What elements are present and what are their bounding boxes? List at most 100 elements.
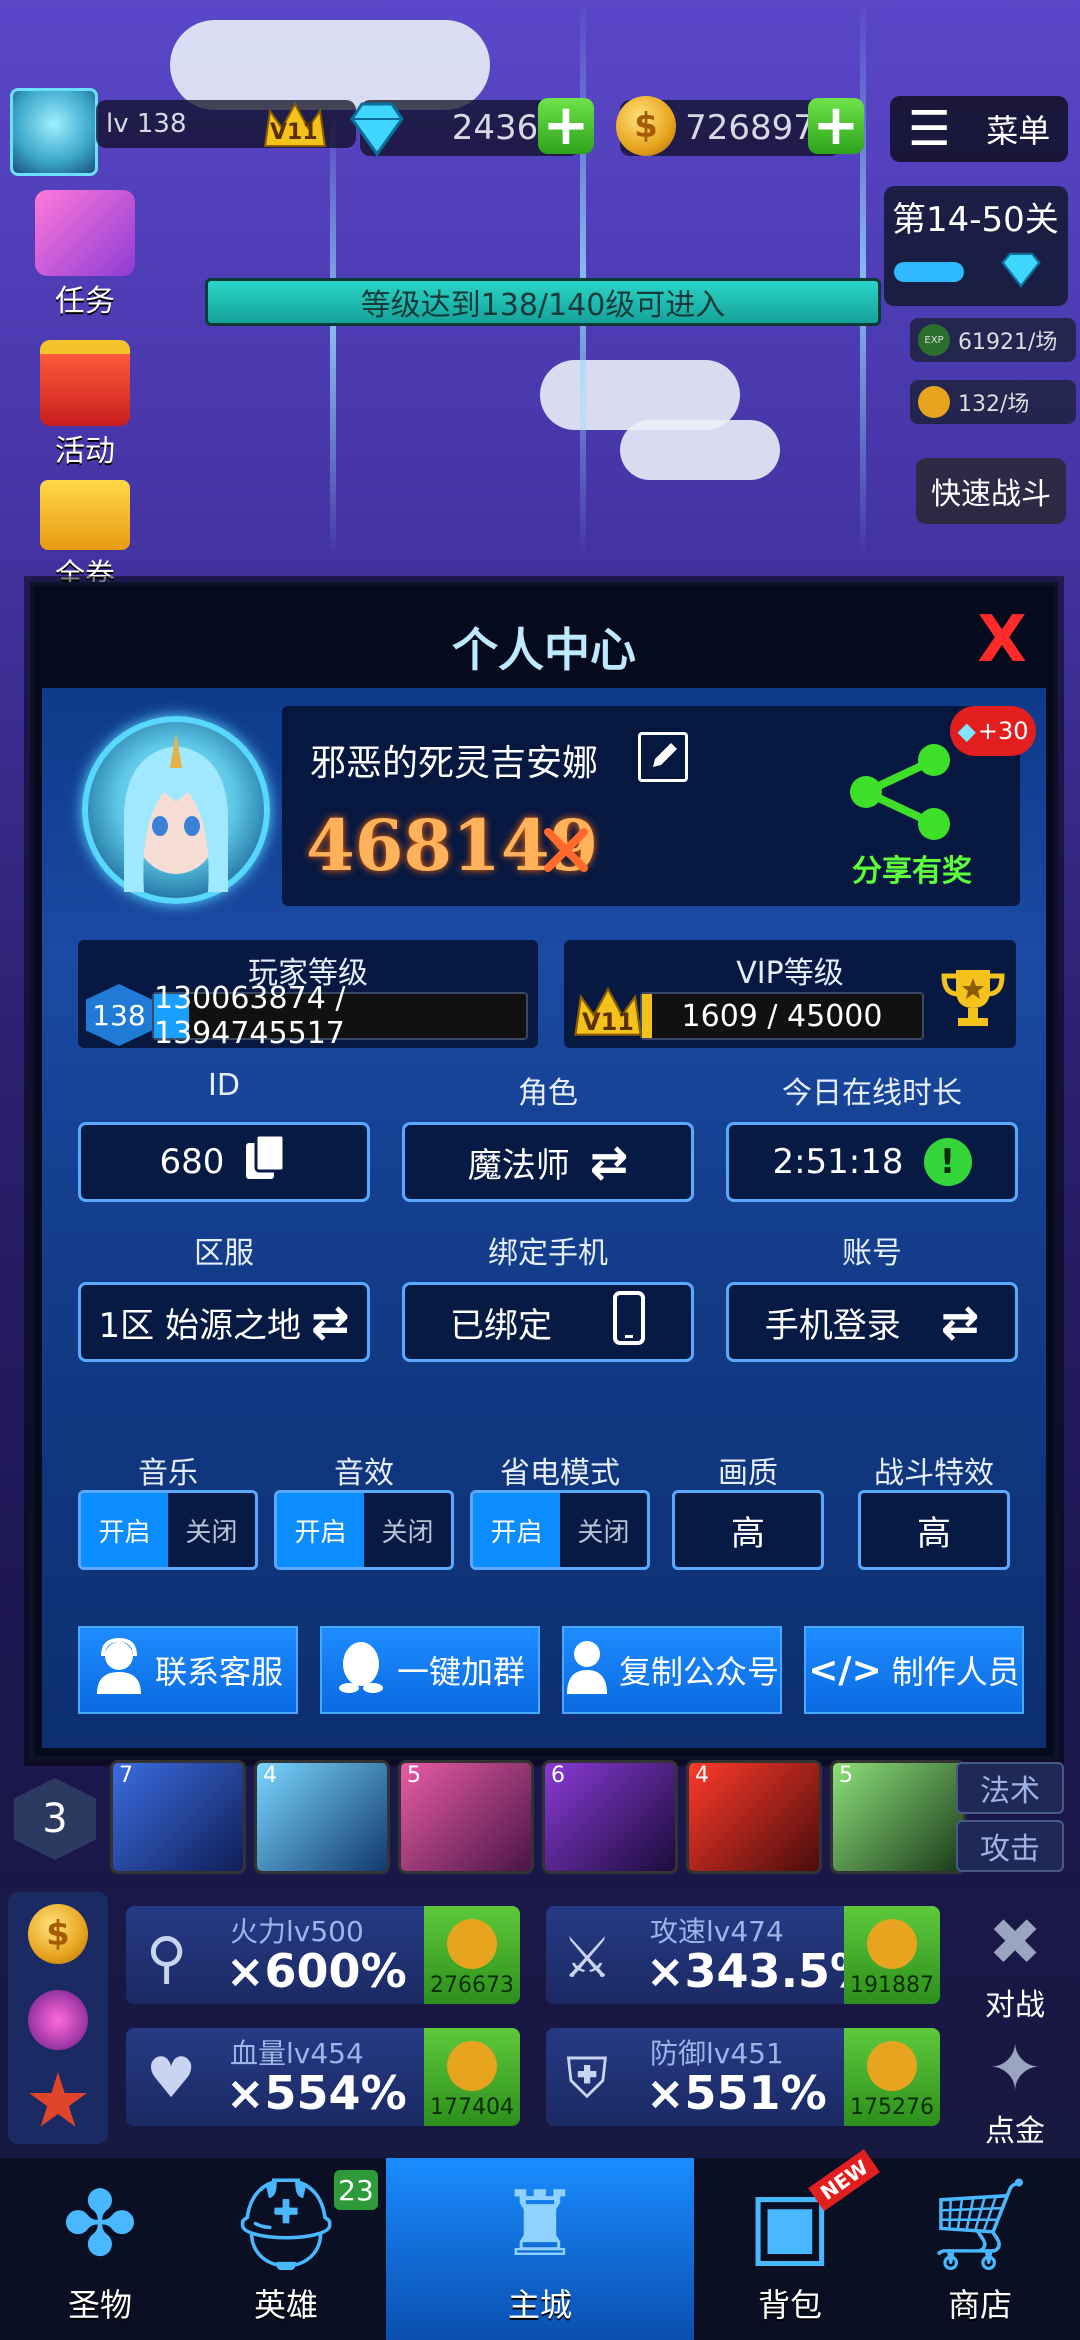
close-icon[interactable]: X: [974, 608, 1030, 672]
account-field[interactable]: 手机登录 ⇄: [726, 1282, 1018, 1362]
upgrade-value: ×343.5%: [646, 1944, 877, 1998]
gold-touch-button[interactable]: ✦ 点金: [960, 2032, 1070, 2150]
battle-fx-select[interactable]: 高: [858, 1490, 1010, 1570]
stage-panel[interactable]: 第14-50关: [884, 186, 1068, 306]
vip-crown-icon: V11: [570, 980, 646, 1050]
upgrade-cost-button[interactable]: 177404: [424, 2028, 520, 2126]
edit-name-icon[interactable]: [638, 732, 688, 782]
vip-level-panel: VIP等级 1609 / 45000 V11: [564, 940, 1016, 1048]
switch-icon[interactable]: ⇄: [311, 1295, 350, 1349]
gold-coin-icon: [867, 2041, 917, 2091]
castle-icon: ♜: [499, 2172, 581, 2277]
nav-bag[interactable]: ▣ 背包 NEW: [690, 2148, 890, 2330]
sfx-on-option[interactable]: 开启: [277, 1493, 364, 1567]
trophy-icon[interactable]: [938, 962, 1008, 1036]
copy-official-account-label: 复制公众号: [618, 1653, 779, 1691]
attack-tab[interactable]: 攻击: [956, 1820, 1064, 1872]
online-time-label: 今日在线时长: [782, 1076, 962, 1111]
upgrade-cost-button[interactable]: 175276: [844, 2028, 940, 2126]
shield-icon: ⛨: [566, 2046, 608, 2111]
gift-icon: [40, 340, 130, 426]
alert-icon[interactable]: !: [923, 1138, 972, 1186]
nav-castle-label: 主城: [507, 2286, 572, 2324]
quality-select[interactable]: 高: [672, 1490, 824, 1570]
quality-label: 画质: [718, 1456, 778, 1491]
copy-icon[interactable]: [244, 1133, 288, 1192]
nav-castle[interactable]: ♜ 主城: [440, 2170, 640, 2330]
exp-rate: EXP 61921/场: [910, 318, 1076, 362]
skill-slot[interactable]: 6: [542, 1760, 678, 1874]
upgrade-cost-button[interactable]: 191887: [844, 1906, 940, 2004]
add-gold-button[interactable]: +: [808, 98, 864, 154]
nav-relics[interactable]: ✤ 圣物: [0, 2170, 200, 2330]
spiral-orb-icon[interactable]: [28, 1990, 88, 2050]
level-requirement-text: 等级达到138/140级可进入: [360, 288, 726, 323]
switch-icon[interactable]: ⇄: [941, 1295, 980, 1349]
add-gems-button[interactable]: +: [538, 98, 594, 154]
activity-button[interactable]: 活动: [20, 340, 150, 470]
contact-support-label: 联系客服: [154, 1653, 283, 1691]
online-time-field: 2:51:18 !: [726, 1122, 1018, 1202]
upgrade-attack-speed[interactable]: ⚔ 攻速lv474 ×343.5% 191887: [546, 1906, 940, 2004]
power-save-on-option[interactable]: 开启: [473, 1493, 560, 1567]
skill-slot[interactable]: 4: [254, 1760, 390, 1874]
player-avatar[interactable]: [82, 716, 270, 904]
nav-heroes[interactable]: ⛑ 英雄 23: [186, 2170, 386, 2330]
join-group-button[interactable]: 一键加群: [320, 1626, 540, 1714]
heroes-badge: 23: [334, 2170, 378, 2210]
upgrade-cost-button[interactable]: 276673: [424, 1906, 520, 2004]
skill-slot[interactable]: 5: [398, 1760, 534, 1874]
gem-count: 2436: [451, 108, 539, 148]
coupon-button[interactable]: 全卷: [20, 480, 150, 594]
player-avatar-top[interactable]: [10, 88, 98, 176]
upgrade-hp[interactable]: ♥ 血量lv454 ×554% 177404: [126, 2028, 520, 2126]
share-reward-badge: ◆ +30: [950, 706, 1036, 756]
copy-official-account-button[interactable]: 复制公众号: [562, 1626, 782, 1714]
power-save-toggle[interactable]: 开启 关闭: [470, 1490, 650, 1570]
cart-icon: 🛒︎: [922, 2172, 1038, 2277]
sfx-off-option[interactable]: 关闭: [364, 1493, 451, 1567]
modal-body: 邪恶的死灵吉安娜 468149 分享有奖 ◆ +30 玩家等级 13006387…: [42, 688, 1046, 1748]
sfx-label: 音效: [334, 1456, 394, 1491]
magic-tab[interactable]: 法术: [956, 1762, 1064, 1814]
server-field[interactable]: 1区 始源之地 ⇄: [78, 1282, 370, 1362]
role-field[interactable]: 魔法师 ⇄: [402, 1122, 694, 1202]
player-level-badge: 138: [86, 984, 152, 1046]
music-toggle[interactable]: 开启 关闭: [78, 1490, 258, 1570]
fast-battle-button[interactable]: 快速战斗: [916, 458, 1066, 524]
music-on-option[interactable]: 开启: [81, 1493, 168, 1567]
backpack-icon: ▣: [747, 2172, 833, 2277]
upgrade-firepower[interactable]: ⚲ 火力lv500 ×600% 276673: [126, 1906, 520, 2004]
bind-phone-field[interactable]: 已绑定: [402, 1282, 694, 1362]
crossed-swords-icon: [540, 824, 592, 880]
skill-slot[interactable]: 7: [110, 1760, 246, 1874]
switch-icon[interactable]: ⇄: [590, 1135, 629, 1189]
person-icon: [565, 1638, 609, 1702]
skill-slot[interactable]: 4: [686, 1760, 822, 1874]
share-label: 分享有奖: [852, 854, 972, 889]
credits-button[interactable]: </> 制作人员: [804, 1626, 1024, 1714]
nav-shop[interactable]: 🛒︎ 商店: [880, 2170, 1080, 2330]
vip-crown-icon: V11: [260, 96, 330, 156]
upgrade-cost: 191887: [850, 1973, 934, 1998]
skill-slot[interactable]: 5: [830, 1760, 966, 1874]
battle-button[interactable]: ✖ 对战: [960, 1906, 1070, 2024]
sword-icon: ⚔: [562, 1926, 613, 1991]
sfx-toggle[interactable]: 开启 关闭: [274, 1490, 454, 1570]
magic-tab-label: 法术: [980, 1774, 1040, 1809]
upgrade-defense[interactable]: ⛨ 防御lv451 ×551% 175276: [546, 2028, 940, 2126]
menu-button[interactable]: ☰ 菜单: [890, 96, 1068, 162]
currency-tabs: $: [8, 1892, 108, 2144]
power-save-off-option[interactable]: 关闭: [560, 1493, 647, 1567]
star-icon[interactable]: [29, 2072, 87, 2127]
upgrade-value: ×600%: [226, 1944, 407, 1998]
contact-support-button[interactable]: 联系客服: [78, 1626, 298, 1714]
power-save-label: 省电模式: [500, 1456, 620, 1491]
crossed-swords-icon: ✖: [988, 1906, 1042, 1980]
music-off-option[interactable]: 关闭: [168, 1493, 255, 1567]
join-group-label: 一键加群: [396, 1653, 525, 1691]
player-level-panel: 玩家等级 130063874 / 1394745517 138: [78, 940, 538, 1051]
gold-coin-icon[interactable]: $: [28, 1904, 88, 1964]
clover-icon: ✤: [62, 2172, 138, 2277]
tasks-button[interactable]: 任务: [20, 190, 150, 320]
